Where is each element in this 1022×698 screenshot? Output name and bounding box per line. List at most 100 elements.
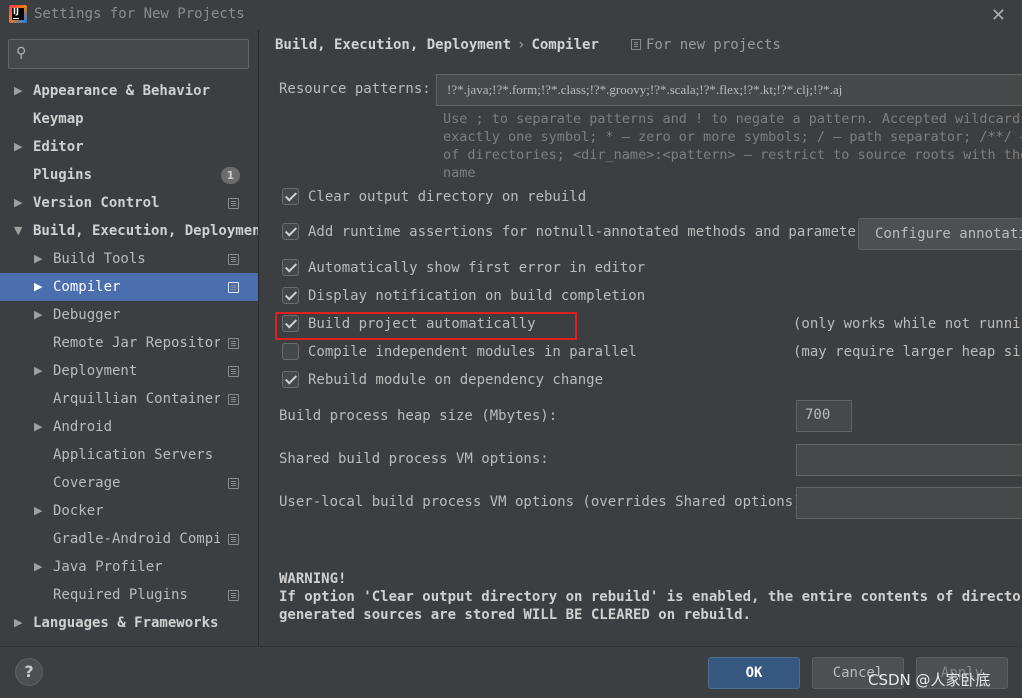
intellij-idea-icon — [9, 5, 27, 23]
warning-message: WARNING! If option 'Clear output director… — [279, 570, 1022, 624]
sidebar-item-label: Gradle-Android Compiler — [53, 531, 220, 547]
breadcrumb-compiler: Compiler — [531, 37, 599, 53]
sidebar-item-label: Build Tools — [53, 251, 146, 267]
resource-patterns-label: Resource patterns: — [279, 81, 431, 97]
sidebar-item-required-plugins[interactable]: Required Plugins — [0, 581, 258, 609]
user-vm-options-label: User-local build process VM options (ove… — [279, 494, 811, 510]
sidebar-item-keymap[interactable]: Keymap — [0, 105, 258, 133]
collapsed-arrow-icon[interactable]: ▶ — [34, 301, 42, 329]
project-scope-icon — [228, 394, 239, 405]
sidebar-item-label: Application Servers — [53, 447, 214, 463]
sidebar-item-build-execution-deployment[interactable]: ▼ Build, Execution, Deployment — [0, 217, 258, 245]
configure-annotations-button[interactable]: Configure annotations... — [858, 218, 1022, 250]
sidebar-item-arquillian-containers[interactable]: Arquillian Containers — [0, 385, 258, 413]
collapsed-arrow-icon[interactable]: ▶ — [14, 133, 22, 161]
option-label: Display notification on build completion — [308, 288, 646, 304]
resource-patterns-hint: Use ; to separate patterns and ! to nega… — [443, 110, 1022, 182]
search-input[interactable] — [43, 43, 243, 65]
sidebar-item-android[interactable]: ▶ Android — [0, 413, 258, 441]
sidebar-item-label: Arquillian Containers — [53, 391, 220, 407]
sidebar-item-label: Version Control — [33, 195, 160, 211]
window-title: Settings for New Projects — [34, 6, 245, 22]
collapsed-arrow-icon[interactable]: ▶ — [34, 413, 42, 441]
sidebar-item-gradle-android-compiler[interactable]: Gradle-Android Compiler — [0, 525, 258, 553]
sidebar-item-label: Keymap — [33, 111, 84, 127]
project-scope-icon — [631, 39, 641, 50]
checkbox-parallel-compile[interactable] — [282, 343, 299, 360]
sidebar-item-label: Compiler — [53, 279, 121, 295]
sidebar-item-debugger[interactable]: ▶ Debugger — [0, 301, 258, 329]
sidebar-item-label: Coverage — [53, 475, 121, 491]
settings-sidebar: ⚲ ▶ Appearance & Behavior Keymap ▶ Editor Plu… — [0, 30, 258, 646]
collapsed-arrow-icon[interactable]: ▶ — [34, 553, 42, 581]
shared-vm-options-label: Shared build process VM options: — [279, 451, 549, 467]
project-scope-icon — [228, 590, 239, 601]
sidebar-item-label: Android — [53, 419, 113, 435]
collapsed-arrow-icon[interactable]: ▶ — [14, 609, 22, 637]
hint-line: exactly one symbol; * — zero or more sym… — [443, 129, 1022, 145]
annotation-highlight-box — [275, 312, 577, 340]
option-label: Compile independent modules in parallel — [308, 344, 637, 360]
collapsed-arrow-icon[interactable]: ▶ — [34, 497, 42, 525]
checkbox-runtime-assertions[interactable] — [282, 223, 299, 240]
breadcrumb-build-execution-deployment[interactable]: Build, Execution, Deployment — [275, 37, 511, 53]
sidebar-item-version-control[interactable]: ▶ Version Control — [0, 189, 258, 217]
warning-title: WARNING! — [279, 571, 347, 587]
collapsed-arrow-icon[interactable]: ▶ — [34, 357, 42, 385]
shared-vm-options-input[interactable] — [796, 444, 1022, 476]
sidebar-item-coverage[interactable]: Coverage — [0, 469, 258, 497]
project-scope-icon — [228, 366, 239, 377]
checkbox-clear-output[interactable] — [282, 188, 299, 205]
project-scope-icon — [228, 254, 239, 265]
hint-line: name — [443, 165, 476, 181]
checkbox-build-notification[interactable] — [282, 287, 299, 304]
sidebar-item-docker[interactable]: ▶ Docker — [0, 497, 258, 525]
hint-line: Use ; to separate patterns and ! to nega… — [443, 111, 1022, 127]
ok-button[interactable]: OK — [708, 657, 800, 689]
collapsed-arrow-icon[interactable]: ▶ — [14, 77, 22, 105]
help-button[interactable]: ? — [15, 658, 43, 686]
resource-patterns-input[interactable]: !?*.java;!?*.form;!?*.class;!?*.groovy;!… — [436, 74, 1022, 106]
expanded-arrow-icon[interactable]: ▼ — [14, 217, 22, 245]
sidebar-item-label: Java Profiler — [53, 559, 163, 575]
collapsed-arrow-icon[interactable]: ▶ — [34, 245, 42, 273]
warning-line: generated sources are stored WILL BE CLE… — [279, 607, 752, 623]
sidebar-item-label: Deployment — [53, 363, 138, 379]
sidebar-item-build-tools[interactable]: ▶ Build Tools — [0, 245, 258, 273]
scope-label: For new projects — [631, 37, 781, 53]
hint-line: of directories; <dir_name>:<pattern> — r… — [443, 147, 1022, 163]
project-scope-icon — [228, 338, 239, 349]
sidebar-item-remote-jar-repositories[interactable]: Remote Jar Repositories — [0, 329, 258, 357]
sidebar-item-java-profiler[interactable]: ▶ Java Profiler — [0, 553, 258, 581]
csdn-watermark: CSDN @人家卧底 — [868, 671, 991, 689]
breadcrumb: Build, Execution, Deployment › Compiler — [275, 37, 599, 53]
checkbox-show-first-error[interactable] — [282, 259, 299, 276]
sidebar-item-editor[interactable]: ▶ Editor — [0, 133, 258, 161]
collapsed-arrow-icon[interactable]: ▶ — [34, 273, 42, 301]
collapsed-arrow-icon[interactable]: ▶ — [14, 189, 22, 217]
sidebar-item-appearance-behavior[interactable]: ▶ Appearance & Behavior — [0, 77, 258, 105]
sidebar-item-compiler[interactable]: ▶ Compiler — [0, 273, 258, 301]
sidebar-item-label: Required Plugins — [53, 587, 188, 603]
user-vm-options-input[interactable] — [796, 487, 1022, 519]
checkbox-rebuild-on-dependency[interactable] — [282, 371, 299, 388]
option-label: Rebuild module on dependency change — [308, 372, 604, 388]
sidebar-item-languages-frameworks[interactable]: ▶ Languages & Frameworks — [0, 609, 258, 637]
project-scope-icon — [228, 198, 239, 209]
sidebar-item-application-servers[interactable]: Application Servers — [0, 441, 258, 469]
plugins-update-badge: 1 — [221, 167, 240, 184]
compiler-settings-panel: Build, Execution, Deployment › Compiler Fo… — [259, 30, 1022, 646]
project-scope-icon — [228, 282, 239, 293]
sidebar-item-deployment[interactable]: ▶ Deployment — [0, 357, 258, 385]
heap-size-input[interactable]: 700 — [796, 400, 852, 432]
search-box[interactable]: ⚲ — [8, 39, 249, 69]
option-label: Add runtime assertions for notnull-annot… — [308, 224, 873, 240]
close-icon[interactable]: ✕ — [991, 5, 1006, 26]
warning-line: If option 'Clear output directory on reb… — [279, 589, 1022, 605]
sidebar-item-plugins[interactable]: Plugins 1 — [0, 161, 258, 189]
settings-tree: ▶ Appearance & Behavior Keymap ▶ Editor Plugi… — [0, 77, 258, 637]
project-scope-icon — [228, 478, 239, 489]
build-auto-note: (only works while not running / debuggin… — [793, 316, 1022, 332]
title-bar: Settings for New Projects ✕ — [0, 0, 1022, 30]
heap-size-label: Build process heap size (Mbytes): — [279, 408, 558, 424]
